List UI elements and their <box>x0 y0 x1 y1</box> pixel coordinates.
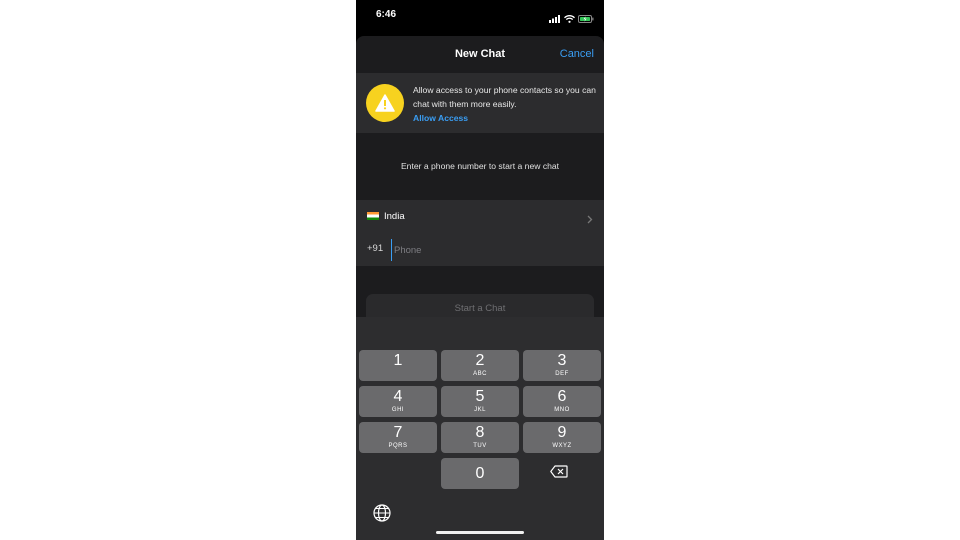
phone-form: India +91 <box>356 200 604 266</box>
banner-text: Allow access to your phone contacts so y… <box>413 83 598 125</box>
phone-screen: 6:46 New Chat Cancel Allow access to you… <box>356 0 604 540</box>
numeric-keypad: 1 2 ABC 3 DEF 4 GHI 5 JKL 6 MNO 7 PQRS 8 TUV 9W… <box>356 317 604 540</box>
key-8[interactable]: 8 TUV <box>441 422 519 453</box>
instruction-text: Enter a phone number to start a new chat <box>400 161 560 171</box>
contacts-permission-banner: Allow access to your phone contacts so y… <box>356 73 604 133</box>
key-5[interactable]: 5 JKL <box>441 386 519 417</box>
warning-icon <box>366 84 404 122</box>
key-0[interactable]: 0 <box>441 458 519 489</box>
allow-access-link[interactable]: Allow Access <box>413 113 468 123</box>
country-selector[interactable]: India <box>356 200 604 234</box>
globe-icon[interactable] <box>372 503 392 528</box>
india-flag-icon <box>367 212 379 220</box>
status-icons <box>549 10 594 28</box>
phone-input[interactable] <box>391 239 586 261</box>
key-2[interactable]: 2 ABC <box>441 350 519 381</box>
country-code: +91 <box>367 243 384 254</box>
status-bar: 6:46 <box>356 0 604 32</box>
banner-message: Allow access to your phone contacts so y… <box>413 85 596 109</box>
backspace-icon[interactable] <box>550 465 568 483</box>
key-7[interactable]: 7 PQRS <box>359 422 437 453</box>
home-indicator <box>436 531 524 534</box>
key-3[interactable]: 3 DEF <box>523 350 601 381</box>
key-4[interactable]: 4 GHI <box>359 386 437 417</box>
country-name: India <box>384 211 405 222</box>
wifi-icon <box>564 10 575 28</box>
signal-icon <box>549 10 561 28</box>
cancel-button[interactable]: Cancel <box>560 48 594 60</box>
battery-icon <box>578 10 594 28</box>
key-6[interactable]: 6 MNO <box>523 386 601 417</box>
status-time: 6:46 <box>376 9 397 20</box>
key-9[interactable]: 9 WXYZ <box>523 422 601 453</box>
phone-row: +91 <box>356 234 604 266</box>
chevron-right-icon <box>587 211 593 229</box>
key-1[interactable]: 1 <box>359 350 437 381</box>
nav-bar: New Chat Cancel <box>356 36 604 72</box>
